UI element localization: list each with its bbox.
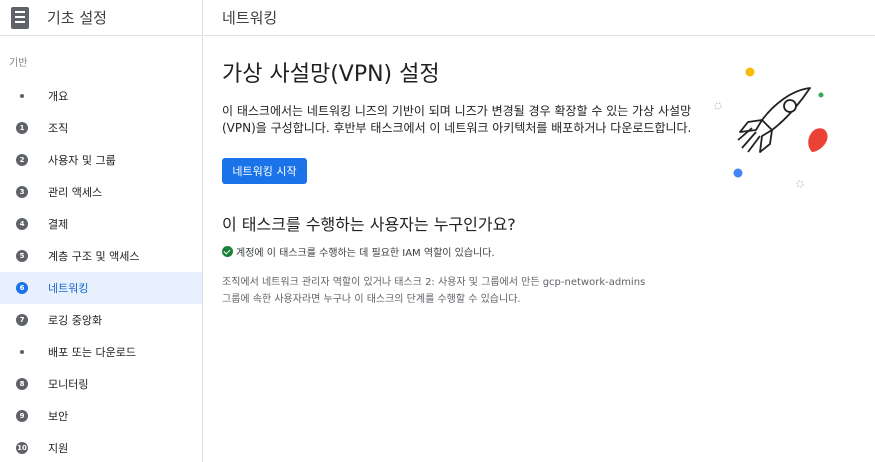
step-number-badge: 5 [16, 250, 28, 262]
sidebar-item-label: 결제 [48, 218, 69, 231]
sidebar-item[interactable]: 개요 [0, 80, 202, 112]
sidebar-item[interactable]: 3 관리 액세스 [0, 176, 202, 208]
checklist-icon [11, 6, 29, 29]
sidebar-item[interactable]: 배포 또는 다운로드 [0, 336, 202, 368]
sidebar: 기초 설정 기반 개요 1 조직 2 사용자 및 그룹 3 관리 액세스 4 결제 5 계층 구조 … [0, 0, 203, 462]
main-content: 가상 사설망(VPN) 설정 이 태스크에서는 네트워킹 니즈의 기반이 되며 … [222, 36, 722, 308]
sidebar-item-label: 조직 [48, 122, 69, 135]
sidebar-item[interactable]: 9 보안 [0, 400, 202, 432]
sidebar-item-label: 계층 구조 및 액세스 [48, 250, 140, 263]
sidebar-item-label: 네트워킹 [48, 282, 89, 295]
sidebar-header: 기초 설정 [0, 0, 202, 36]
app-title: 기초 설정 [47, 9, 107, 27]
sidebar-item[interactable]: 4 결제 [0, 208, 202, 240]
step-number-badge: 4 [16, 218, 28, 230]
step-number-badge: 6 [16, 282, 28, 294]
rocket-icon [737, 87, 811, 153]
step-number-badge: 1 [16, 122, 28, 134]
who-title: 이 태스크를 수행하는 사용자는 누구인가요? [222, 215, 516, 234]
step-number-badge: 2 [16, 154, 28, 166]
step-list: 개요 1 조직 2 사용자 및 그룹 3 관리 액세스 4 결제 5 계층 구조 및 액세스 6 네트워… [0, 80, 202, 462]
sidebar-item-label: 관리 액세스 [48, 186, 103, 199]
check-circle-icon [222, 246, 233, 257]
section-label: 기반 [9, 58, 28, 69]
page-header-title: 네트워킹 [222, 9, 278, 27]
sidebar-item-label: 개요 [48, 90, 69, 103]
sidebar-item[interactable]: 6 네트워킹 [0, 272, 202, 304]
sidebar-item[interactable]: 2 사용자 및 그룹 [0, 144, 202, 176]
yellow-dot [745, 67, 755, 77]
rocket-illustration [714, 67, 828, 188]
sidebar-item[interactable]: 5 계층 구조 및 액세스 [0, 240, 202, 272]
sidebar-item-label: 사용자 및 그룹 [48, 154, 116, 167]
sidebar-item[interactable]: 1 조직 [0, 112, 202, 144]
requirement-text: 계정에 이 태스크를 수행하는 데 필요한 IAM 역할이 있습니다. [236, 248, 495, 259]
step-number-badge: 8 [16, 378, 28, 390]
dotted-circle [796, 180, 804, 188]
sidebar-item-label: 로깅 중앙화 [48, 314, 103, 327]
page-title: 가상 사설망(VPN) 설정 [222, 62, 440, 87]
topbar: 네트워킹 [204, 0, 875, 36]
step-number-badge: 10 [16, 442, 28, 454]
blue-dot [733, 168, 743, 178]
sidebar-item[interactable]: 8 모니터링 [0, 368, 202, 400]
step-number-badge: 9 [16, 410, 28, 422]
intro-text: 이 태스크에서는 네트워킹 니즈의 기반이 되며 니즈가 변경될 경우 확장할 … [222, 104, 692, 135]
sidebar-item-label: 보안 [48, 410, 69, 423]
requirement-line: 계정에 이 태스크를 수행하는 데 필요한 IAM 역할이 있습니다. [222, 244, 722, 259]
start-networking-button[interactable]: 네트워킹 시작 [222, 158, 307, 184]
sidebar-item-label: 모니터링 [48, 378, 89, 391]
dotted-circle [714, 102, 722, 110]
sidebar-item[interactable]: 10 지원 [0, 432, 202, 462]
sidebar-item-label: 지원 [48, 442, 69, 455]
step-number-badge: 7 [16, 314, 28, 326]
bullet-icon [20, 350, 24, 354]
note-text: 조직에서 네트워크 관리자 역할이 있거나 태스크 2: 사용자 및 그룹에서 … [222, 277, 646, 305]
sidebar-item[interactable]: 7 로깅 중앙화 [0, 304, 202, 336]
step-number-badge: 3 [16, 186, 28, 198]
red-shape [808, 128, 828, 152]
green-dot [818, 92, 824, 98]
sidebar-item-label: 배포 또는 다운로드 [48, 346, 136, 359]
bullet-icon [20, 94, 24, 98]
